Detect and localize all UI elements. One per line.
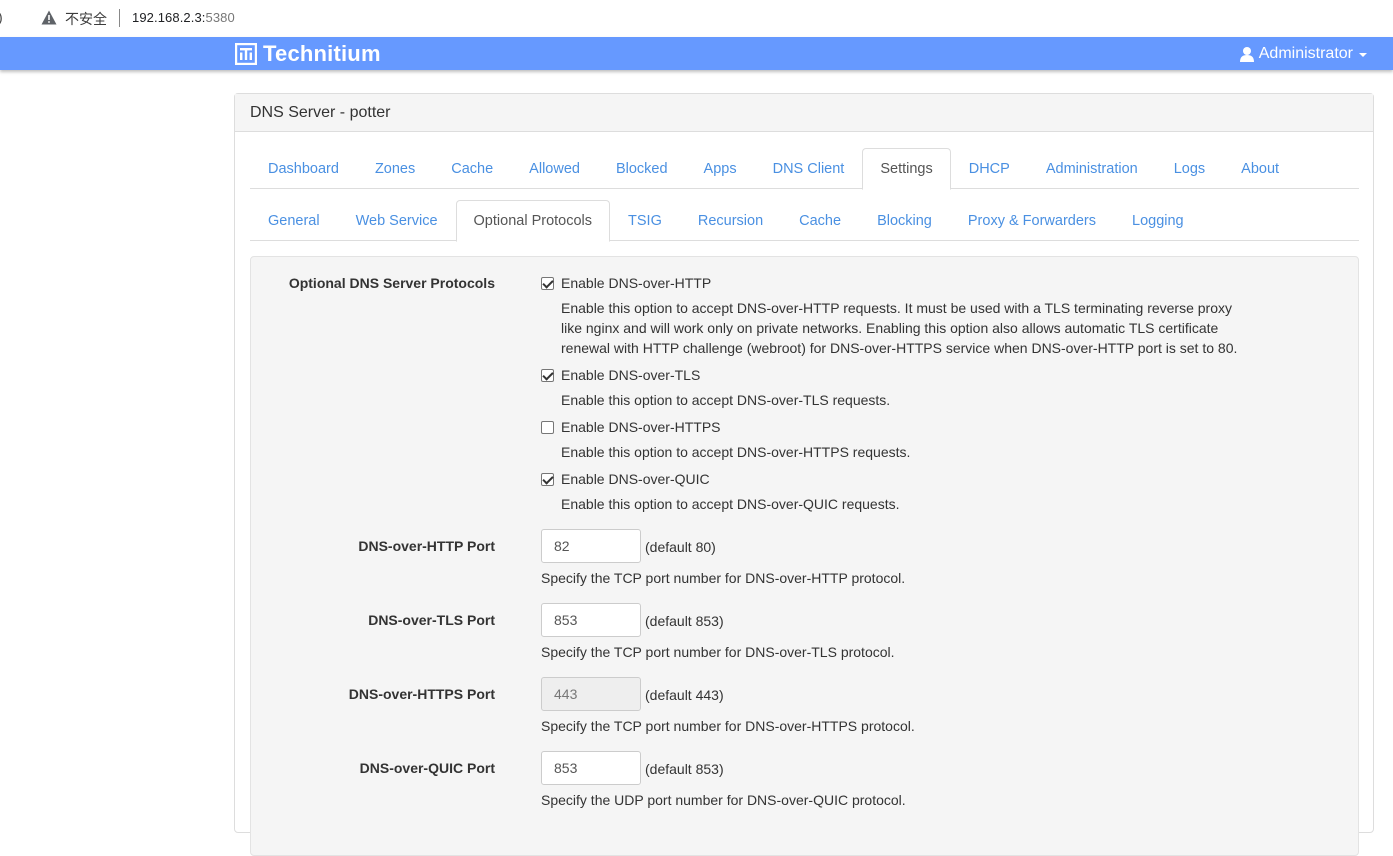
panel-title: DNS Server - potter: [235, 94, 1373, 132]
quic-port-label: DNS-over-QUIC Port: [359, 760, 495, 776]
http-port-help: Specify the TCP port number for DNS-over…: [541, 570, 906, 586]
edge-glyph: ): [0, 9, 3, 25]
brand-link[interactable]: Technitium: [235, 41, 381, 67]
subtab-blocking[interactable]: Blocking: [859, 200, 950, 241]
dns-over-http-option[interactable]: Enable DNS-over-HTTP: [541, 275, 711, 291]
user-menu[interactable]: Administrator: [1239, 45, 1367, 63]
tab-settings[interactable]: Settings: [862, 148, 951, 190]
tab-dhcp[interactable]: DHCP: [951, 148, 1028, 189]
subtab-cache[interactable]: Cache: [781, 200, 859, 241]
dns-over-quic-help: Enable this option to accept DNS-over-QU…: [561, 496, 900, 512]
tab-apps[interactable]: Apps: [686, 148, 755, 189]
top-navbar: Technitium Administrator: [0, 37, 1393, 70]
quic-port-default: (default 853): [645, 761, 724, 777]
url-text[interactable]: 192.168.2.3:5380: [132, 10, 235, 25]
tab-logs[interactable]: Logs: [1156, 148, 1223, 189]
subtab-tsig[interactable]: TSIG: [610, 200, 680, 241]
https-port-label: DNS-over-HTTPS Port: [348, 686, 495, 702]
tab-blocked[interactable]: Blocked: [598, 148, 686, 189]
subtab-web-service[interactable]: Web Service: [338, 200, 456, 241]
https-port-default: (default 443): [645, 687, 724, 703]
dns-over-tls-option[interactable]: Enable DNS-over-TLS: [541, 367, 700, 383]
url-port: 5380: [205, 10, 235, 25]
dns-over-tls-label: Enable DNS-over-TLS: [561, 367, 701, 383]
dns-over-quic-checkbox[interactable]: [541, 472, 554, 486]
user-icon: [1239, 47, 1254, 62]
dns-over-http-checkbox[interactable]: [541, 276, 554, 290]
tab-about[interactable]: About: [1223, 148, 1297, 189]
tls-port-input[interactable]: [541, 603, 641, 637]
settings-subtabs: General Web Service Optional Protocols T…: [250, 200, 1359, 242]
subtab-proxy-forwarders[interactable]: Proxy & Forwarders: [950, 200, 1114, 241]
main-tabs: Dashboard Zones Cache Allowed Blocked Ap…: [250, 148, 1359, 190]
tab-dashboard[interactable]: Dashboard: [250, 148, 357, 189]
settings-form: Optional DNS Server Protocols Enable DNS…: [250, 256, 1359, 856]
quic-port-input[interactable]: [541, 751, 641, 785]
subtab-recursion[interactable]: Recursion: [680, 200, 781, 241]
dns-over-https-option[interactable]: Enable DNS-over-HTTPS: [541, 419, 721, 435]
dns-over-https-label: Enable DNS-over-HTTPS: [561, 419, 721, 435]
dns-over-quic-option[interactable]: Enable DNS-over-QUIC: [541, 471, 710, 487]
caret-down-icon: [1359, 53, 1367, 57]
user-name: Administrator: [1258, 45, 1353, 62]
dns-over-tls-checkbox[interactable]: [541, 368, 554, 382]
http-port-default: (default 80): [645, 539, 716, 555]
tab-administration[interactable]: Administration: [1028, 148, 1156, 189]
security-label[interactable]: 不安全: [65, 9, 107, 29]
tab-zones[interactable]: Zones: [357, 148, 433, 189]
subtab-optional-protocols[interactable]: Optional Protocols: [455, 200, 611, 242]
https-port-help: Specify the TCP port number for DNS-over…: [541, 718, 915, 734]
quic-port-help: Specify the UDP port number for DNS-over…: [541, 792, 906, 808]
protocols-label: Optional DNS Server Protocols: [288, 275, 495, 291]
subtab-logging[interactable]: Logging: [1114, 200, 1202, 241]
http-port-label: DNS-over-HTTP Port: [358, 538, 495, 554]
tls-port-label: DNS-over-TLS Port: [368, 612, 495, 628]
dns-over-quic-label: Enable DNS-over-QUIC: [561, 471, 710, 487]
tab-dns-client[interactable]: DNS Client: [755, 148, 863, 189]
tls-port-default: (default 853): [645, 613, 724, 629]
subtab-general[interactable]: General: [250, 200, 338, 241]
http-port-input[interactable]: [541, 529, 641, 563]
technitium-logo-icon: [235, 43, 257, 65]
dns-over-http-label: Enable DNS-over-HTTP: [561, 275, 712, 291]
url-host: 192.168.2.3:: [132, 10, 206, 25]
dns-server-panel: DNS Server - potter Dashboard Zones Cach…: [234, 93, 1374, 856]
https-port-input[interactable]: [541, 677, 641, 711]
brand-name: Technitium: [263, 41, 381, 66]
tls-port-help: Specify the TCP port number for DNS-over…: [541, 644, 895, 660]
tab-allowed[interactable]: Allowed: [511, 148, 598, 189]
divider: [119, 9, 120, 27]
browser-address-bar: ) 不安全 192.168.2.3:5380: [0, 0, 1393, 37]
dns-over-https-checkbox[interactable]: [541, 420, 554, 434]
dns-over-https-help: Enable this option to accept DNS-over-HT…: [561, 444, 911, 460]
tab-cache[interactable]: Cache: [433, 148, 511, 189]
dns-over-tls-help: Enable this option to accept DNS-over-TL…: [561, 392, 891, 408]
warning-icon[interactable]: [41, 10, 57, 25]
dns-over-http-help: Enable this option to accept DNS-over-HT…: [561, 300, 1238, 356]
